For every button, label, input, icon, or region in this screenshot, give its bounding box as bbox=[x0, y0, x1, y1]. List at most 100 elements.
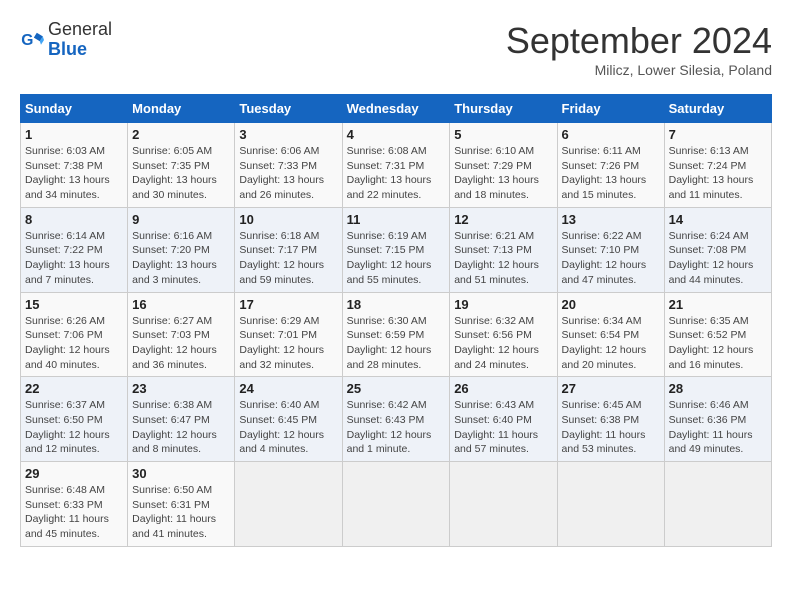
day-header-sunday: Sunday bbox=[21, 95, 128, 123]
calendar-week-5: 29 Sunrise: 6:48 AMSunset: 6:33 PMDayligh… bbox=[21, 462, 772, 547]
day-number: 2 bbox=[132, 127, 230, 142]
day-detail: Sunrise: 6:08 AMSunset: 7:31 PMDaylight:… bbox=[347, 144, 446, 203]
title-block: September 2024 Milicz, Lower Silesia, Po… bbox=[506, 20, 772, 78]
day-detail: Sunrise: 6:21 AMSunset: 7:13 PMDaylight:… bbox=[454, 229, 552, 288]
calendar-cell: 3Sunrise: 6:06 AMSunset: 7:33 PMDaylight… bbox=[235, 123, 342, 208]
calendar-cell bbox=[664, 462, 771, 547]
page-header: G General Blue September 2024 Milicz, Lo… bbox=[20, 20, 772, 78]
day-detail: Sunrise: 6:13 AMSunset: 7:24 PMDaylight:… bbox=[669, 144, 767, 203]
day-number: 30 bbox=[132, 466, 230, 481]
day-detail: Sunrise: 6:10 AMSunset: 7:29 PMDaylight:… bbox=[454, 144, 552, 203]
calendar-week-1: 1 Sunrise: 6:03 AMSunset: 7:38 PMDaylight… bbox=[21, 123, 772, 208]
day-detail: Sunrise: 6:03 AMSunset: 7:38 PMDaylight:… bbox=[25, 144, 123, 203]
day-number: 15 bbox=[25, 297, 123, 312]
day-detail: Sunrise: 6:22 AMSunset: 7:10 PMDaylight:… bbox=[562, 229, 660, 288]
calendar-cell: 26Sunrise: 6:43 AMSunset: 6:40 PMDayligh… bbox=[450, 377, 557, 462]
day-detail: Sunrise: 6:45 AMSunset: 6:38 PMDaylight:… bbox=[562, 398, 660, 457]
day-detail: Sunrise: 6:32 AMSunset: 6:56 PMDaylight:… bbox=[454, 314, 552, 373]
day-number: 28 bbox=[669, 381, 767, 396]
day-detail: Sunrise: 6:18 AMSunset: 7:17 PMDaylight:… bbox=[239, 229, 337, 288]
day-number: 19 bbox=[454, 297, 552, 312]
day-detail: Sunrise: 6:14 AMSunset: 7:22 PMDaylight:… bbox=[25, 229, 123, 288]
calendar-week-2: 8 Sunrise: 6:14 AMSunset: 7:22 PMDaylight… bbox=[21, 207, 772, 292]
day-number: 27 bbox=[562, 381, 660, 396]
day-number: 18 bbox=[347, 297, 446, 312]
calendar-cell: 16Sunrise: 6:27 AMSunset: 7:03 PMDayligh… bbox=[128, 292, 235, 377]
calendar-cell: 21 Sunrise: 6:35 AMSunset: 6:52 PMDayligh… bbox=[664, 292, 771, 377]
calendar-week-3: 15Sunrise: 6:26 AMSunset: 7:06 PMDayligh… bbox=[21, 292, 772, 377]
day-number: 3 bbox=[239, 127, 337, 142]
logo-icon: G bbox=[20, 28, 44, 52]
day-number: 17 bbox=[239, 297, 337, 312]
day-number: 20 bbox=[562, 297, 660, 312]
location-subtitle: Milicz, Lower Silesia, Poland bbox=[506, 62, 772, 78]
calendar-week-4: 22 Sunrise: 6:37 AMSunset: 6:50 PMDayligh… bbox=[21, 377, 772, 462]
day-number: 24 bbox=[239, 381, 337, 396]
calendar-cell: 10 Sunrise: 6:18 AMSunset: 7:17 PMDayligh… bbox=[235, 207, 342, 292]
day-number: 1 bbox=[25, 127, 123, 142]
calendar-cell: 22 Sunrise: 6:37 AMSunset: 6:50 PMDayligh… bbox=[21, 377, 128, 462]
svg-text:G: G bbox=[21, 32, 33, 49]
day-header-wednesday: Wednesday bbox=[342, 95, 450, 123]
day-number: 4 bbox=[347, 127, 446, 142]
calendar-cell bbox=[342, 462, 450, 547]
day-detail: Sunrise: 6:19 AMSunset: 7:15 PMDaylight:… bbox=[347, 229, 446, 288]
day-header-saturday: Saturday bbox=[664, 95, 771, 123]
calendar-cell: 18 Sunrise: 6:30 AMSunset: 6:59 PMDayligh… bbox=[342, 292, 450, 377]
day-detail: Sunrise: 6:30 AMSunset: 6:59 PMDaylight:… bbox=[347, 314, 446, 373]
logo-text: General Blue bbox=[48, 20, 112, 60]
day-number: 11 bbox=[347, 212, 446, 227]
month-title: September 2024 bbox=[506, 20, 772, 62]
day-number: 25 bbox=[347, 381, 446, 396]
calendar-cell: 28Sunrise: 6:46 AMSunset: 6:36 PMDayligh… bbox=[664, 377, 771, 462]
calendar-cell: 27 Sunrise: 6:45 AMSunset: 6:38 PMDayligh… bbox=[557, 377, 664, 462]
day-header-thursday: Thursday bbox=[450, 95, 557, 123]
day-number: 6 bbox=[562, 127, 660, 142]
day-number: 10 bbox=[239, 212, 337, 227]
calendar-cell: 19 Sunrise: 6:32 AMSunset: 6:56 PMDayligh… bbox=[450, 292, 557, 377]
day-number: 8 bbox=[25, 212, 123, 227]
calendar-cell: 2 Sunrise: 6:05 AMSunset: 7:35 PMDaylight… bbox=[128, 123, 235, 208]
calendar-cell: 12Sunrise: 6:21 AMSunset: 7:13 PMDayligh… bbox=[450, 207, 557, 292]
calendar-table: SundayMondayTuesdayWednesdayThursdayFrid… bbox=[20, 94, 772, 547]
calendar-cell: 8 Sunrise: 6:14 AMSunset: 7:22 PMDaylight… bbox=[21, 207, 128, 292]
calendar-cell: 5Sunrise: 6:10 AMSunset: 7:29 PMDaylight… bbox=[450, 123, 557, 208]
day-number: 22 bbox=[25, 381, 123, 396]
calendar-cell: 24 Sunrise: 6:40 AMSunset: 6:45 PMDayligh… bbox=[235, 377, 342, 462]
calendar-cell: 6 Sunrise: 6:11 AMSunset: 7:26 PMDaylight… bbox=[557, 123, 664, 208]
day-detail: Sunrise: 6:29 AMSunset: 7:01 PMDaylight:… bbox=[239, 314, 337, 373]
calendar-cell: 9Sunrise: 6:16 AMSunset: 7:20 PMDaylight… bbox=[128, 207, 235, 292]
calendar-cell: 30 Sunrise: 6:50 AMSunset: 6:31 PMDayligh… bbox=[128, 462, 235, 547]
day-number: 9 bbox=[132, 212, 230, 227]
day-detail: Sunrise: 6:40 AMSunset: 6:45 PMDaylight:… bbox=[239, 398, 337, 457]
calendar-cell: 20 Sunrise: 6:34 AMSunset: 6:54 PMDayligh… bbox=[557, 292, 664, 377]
calendar-cell: 14Sunrise: 6:24 AMSunset: 7:08 PMDayligh… bbox=[664, 207, 771, 292]
day-header-friday: Friday bbox=[557, 95, 664, 123]
day-detail: Sunrise: 6:35 AMSunset: 6:52 PMDaylight:… bbox=[669, 314, 767, 373]
day-detail: Sunrise: 6:05 AMSunset: 7:35 PMDaylight:… bbox=[132, 144, 230, 203]
calendar-cell: 15Sunrise: 6:26 AMSunset: 7:06 PMDayligh… bbox=[21, 292, 128, 377]
logo: G General Blue bbox=[20, 20, 112, 60]
day-header-monday: Monday bbox=[128, 95, 235, 123]
calendar-cell: 7 Sunrise: 6:13 AMSunset: 7:24 PMDaylight… bbox=[664, 123, 771, 208]
calendar-cell: 11 Sunrise: 6:19 AMSunset: 7:15 PMDayligh… bbox=[342, 207, 450, 292]
calendar-header-row: SundayMondayTuesdayWednesdayThursdayFrid… bbox=[21, 95, 772, 123]
day-number: 23 bbox=[132, 381, 230, 396]
day-number: 29 bbox=[25, 466, 123, 481]
day-number: 21 bbox=[669, 297, 767, 312]
day-detail: Sunrise: 6:34 AMSunset: 6:54 PMDaylight:… bbox=[562, 314, 660, 373]
calendar-cell bbox=[450, 462, 557, 547]
day-detail: Sunrise: 6:48 AMSunset: 6:33 PMDaylight:… bbox=[25, 483, 123, 542]
logo-general: General bbox=[48, 19, 112, 39]
calendar-cell: 13Sunrise: 6:22 AMSunset: 7:10 PMDayligh… bbox=[557, 207, 664, 292]
calendar-cell: 1 Sunrise: 6:03 AMSunset: 7:38 PMDaylight… bbox=[21, 123, 128, 208]
day-number: 7 bbox=[669, 127, 767, 142]
logo-blue: Blue bbox=[48, 39, 87, 59]
day-detail: Sunrise: 6:37 AMSunset: 6:50 PMDaylight:… bbox=[25, 398, 123, 457]
day-detail: Sunrise: 6:50 AMSunset: 6:31 PMDaylight:… bbox=[132, 483, 230, 542]
day-number: 14 bbox=[669, 212, 767, 227]
calendar-cell: 17 Sunrise: 6:29 AMSunset: 7:01 PMDayligh… bbox=[235, 292, 342, 377]
day-detail: Sunrise: 6:27 AMSunset: 7:03 PMDaylight:… bbox=[132, 314, 230, 373]
calendar-cell bbox=[235, 462, 342, 547]
day-detail: Sunrise: 6:11 AMSunset: 7:26 PMDaylight:… bbox=[562, 144, 660, 203]
